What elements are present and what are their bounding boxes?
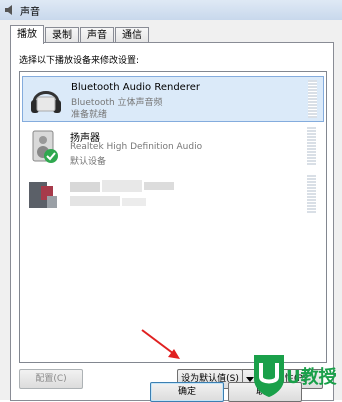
device-item-speaker[interactable]: 扬声器 Realtek High Definition Audio 默认设备 xyxy=(22,124,322,168)
headphones-icon xyxy=(31,91,61,113)
device-item-blurred[interactable] xyxy=(22,172,322,216)
configure-button[interactable]: 配置(C) xyxy=(19,369,83,389)
ok-button[interactable]: 确定 xyxy=(150,382,224,402)
device-description: Realtek High Definition Audio xyxy=(70,142,203,152)
watermark-logo: U教授 xyxy=(252,352,342,400)
blurred-text xyxy=(70,180,174,206)
instruction-label: 选择以下播放设备来修改设置: xyxy=(19,56,140,66)
logo-icon xyxy=(254,355,284,397)
volume-meter xyxy=(308,80,317,118)
watermark-text: U教授 xyxy=(286,367,337,388)
device-name: Bluetooth Audio Renderer xyxy=(71,82,200,93)
speaker-icon xyxy=(5,5,12,15)
title-bar: 声音 xyxy=(0,0,342,20)
device-status: 默认设备 xyxy=(70,157,107,167)
device-item-bluetooth[interactable]: Bluetooth Audio Renderer Bluetooth 立体声音频… xyxy=(22,76,324,122)
red-arrow-annotation xyxy=(141,329,180,359)
tab-strip: 播放 录制 声音 通信 xyxy=(10,25,150,44)
device-status: 准备就绪 xyxy=(71,110,108,120)
speaker-icon xyxy=(32,130,58,163)
tab-playback[interactable]: 播放 xyxy=(10,25,44,44)
volume-meter xyxy=(307,127,316,165)
window-title: 声音 xyxy=(20,6,40,18)
device-list[interactable]: Bluetooth Audio Renderer Bluetooth 立体声音频… xyxy=(19,71,327,363)
blurred-device-icon xyxy=(29,182,57,208)
volume-meter xyxy=(307,175,316,213)
